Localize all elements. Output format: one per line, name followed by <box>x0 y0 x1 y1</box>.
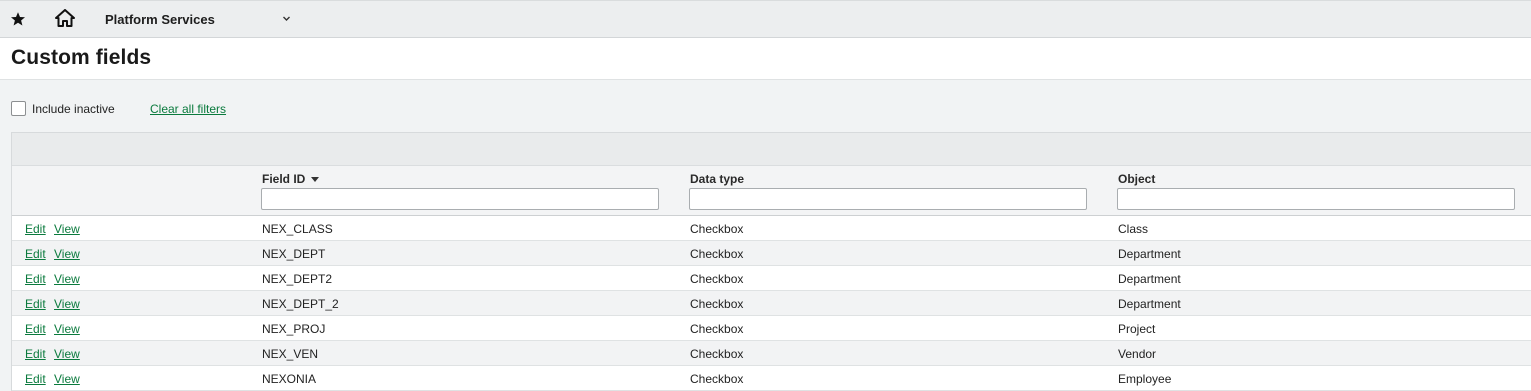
column-header-object[interactable]: Object <box>1118 172 1155 186</box>
include-inactive-label[interactable]: Include inactive <box>32 102 115 116</box>
column-header-data-type[interactable]: Data type <box>690 172 744 186</box>
app-switcher-label[interactable]: Platform Services <box>105 12 215 27</box>
filter-bar: Include inactive Clear all filters <box>0 80 1531 132</box>
view-link[interactable]: View <box>54 297 80 311</box>
data-type-filter-input[interactable] <box>689 188 1087 210</box>
edit-link[interactable]: Edit <box>25 372 46 386</box>
custom-fields-table: Field ID Data type Object Edit View NEX_… <box>11 132 1531 391</box>
table-row: Edit View NEX_PROJ Checkbox Project <box>12 316 1531 341</box>
edit-link[interactable]: Edit <box>25 322 46 336</box>
data-type-cell: Checkbox <box>690 222 744 236</box>
view-link[interactable]: View <box>54 322 80 336</box>
clear-all-filters-link[interactable]: Clear all filters <box>150 102 226 116</box>
table-row: Edit View NEX_DEPT Checkbox Department <box>12 241 1531 266</box>
table-row: Edit View NEX_CLASS Checkbox Class <box>12 216 1531 241</box>
edit-link[interactable]: Edit <box>25 222 46 236</box>
object-cell: Department <box>1118 297 1181 311</box>
data-type-cell: Checkbox <box>690 272 744 286</box>
field-id-cell: NEX_DEPT <box>262 247 326 261</box>
edit-link[interactable]: Edit <box>25 247 46 261</box>
star-icon[interactable] <box>10 11 26 27</box>
field-id-cell: NEX_VEN <box>262 347 319 361</box>
field-id-cell: NEX_DEPT_2 <box>262 297 339 311</box>
field-id-filter-input[interactable] <box>261 188 659 210</box>
table-toolbar <box>12 133 1531 166</box>
table-row: Edit View NEXONIA Checkbox Employee <box>12 366 1531 391</box>
include-inactive-checkbox[interactable] <box>11 101 26 116</box>
edit-link[interactable]: Edit <box>25 272 46 286</box>
view-link[interactable]: View <box>54 222 80 236</box>
view-link[interactable]: View <box>54 247 80 261</box>
field-id-cell: NEX_CLASS <box>262 222 333 236</box>
table-body: Edit View NEX_CLASS Checkbox Class Edit … <box>12 216 1531 391</box>
data-type-cell: Checkbox <box>690 247 744 261</box>
data-type-cell: Checkbox <box>690 347 744 361</box>
object-filter-input[interactable] <box>1117 188 1515 210</box>
view-link[interactable]: View <box>54 372 80 386</box>
object-cell: Department <box>1118 247 1181 261</box>
view-link[interactable]: View <box>54 272 80 286</box>
object-cell: Department <box>1118 272 1181 286</box>
edit-link[interactable]: Edit <box>25 297 46 311</box>
data-type-cell: Checkbox <box>690 297 744 311</box>
top-nav-bar: Platform Services <box>0 0 1531 38</box>
view-link[interactable]: View <box>54 347 80 361</box>
column-header-field-id[interactable]: Field ID <box>262 172 320 186</box>
data-type-cell: Checkbox <box>690 322 744 336</box>
object-cell: Class <box>1118 222 1149 236</box>
column-label: Field ID <box>262 172 306 186</box>
field-id-cell: NEX_PROJ <box>262 322 326 336</box>
page-header: Custom fields <box>0 38 1531 80</box>
field-id-cell: NEXONIA <box>262 372 317 386</box>
table-row: Edit View NEX_DEPT2 Checkbox Department <box>12 266 1531 291</box>
table-row: Edit View NEX_VEN Checkbox Vendor <box>12 341 1531 366</box>
data-type-cell: Checkbox <box>690 372 744 386</box>
sort-descending-icon[interactable] <box>311 177 320 183</box>
home-icon[interactable] <box>55 9 75 27</box>
object-cell: Project <box>1118 322 1156 336</box>
field-id-cell: NEX_DEPT2 <box>262 272 333 286</box>
table-header: Field ID Data type Object <box>12 166 1531 216</box>
chevron-down-icon[interactable] <box>282 14 291 23</box>
table-row: Edit View NEX_DEPT_2 Checkbox Department <box>12 291 1531 316</box>
page-title: Custom fields <box>11 46 152 69</box>
edit-link[interactable]: Edit <box>25 347 46 361</box>
object-cell: Vendor <box>1118 347 1157 361</box>
object-cell: Employee <box>1118 372 1172 386</box>
